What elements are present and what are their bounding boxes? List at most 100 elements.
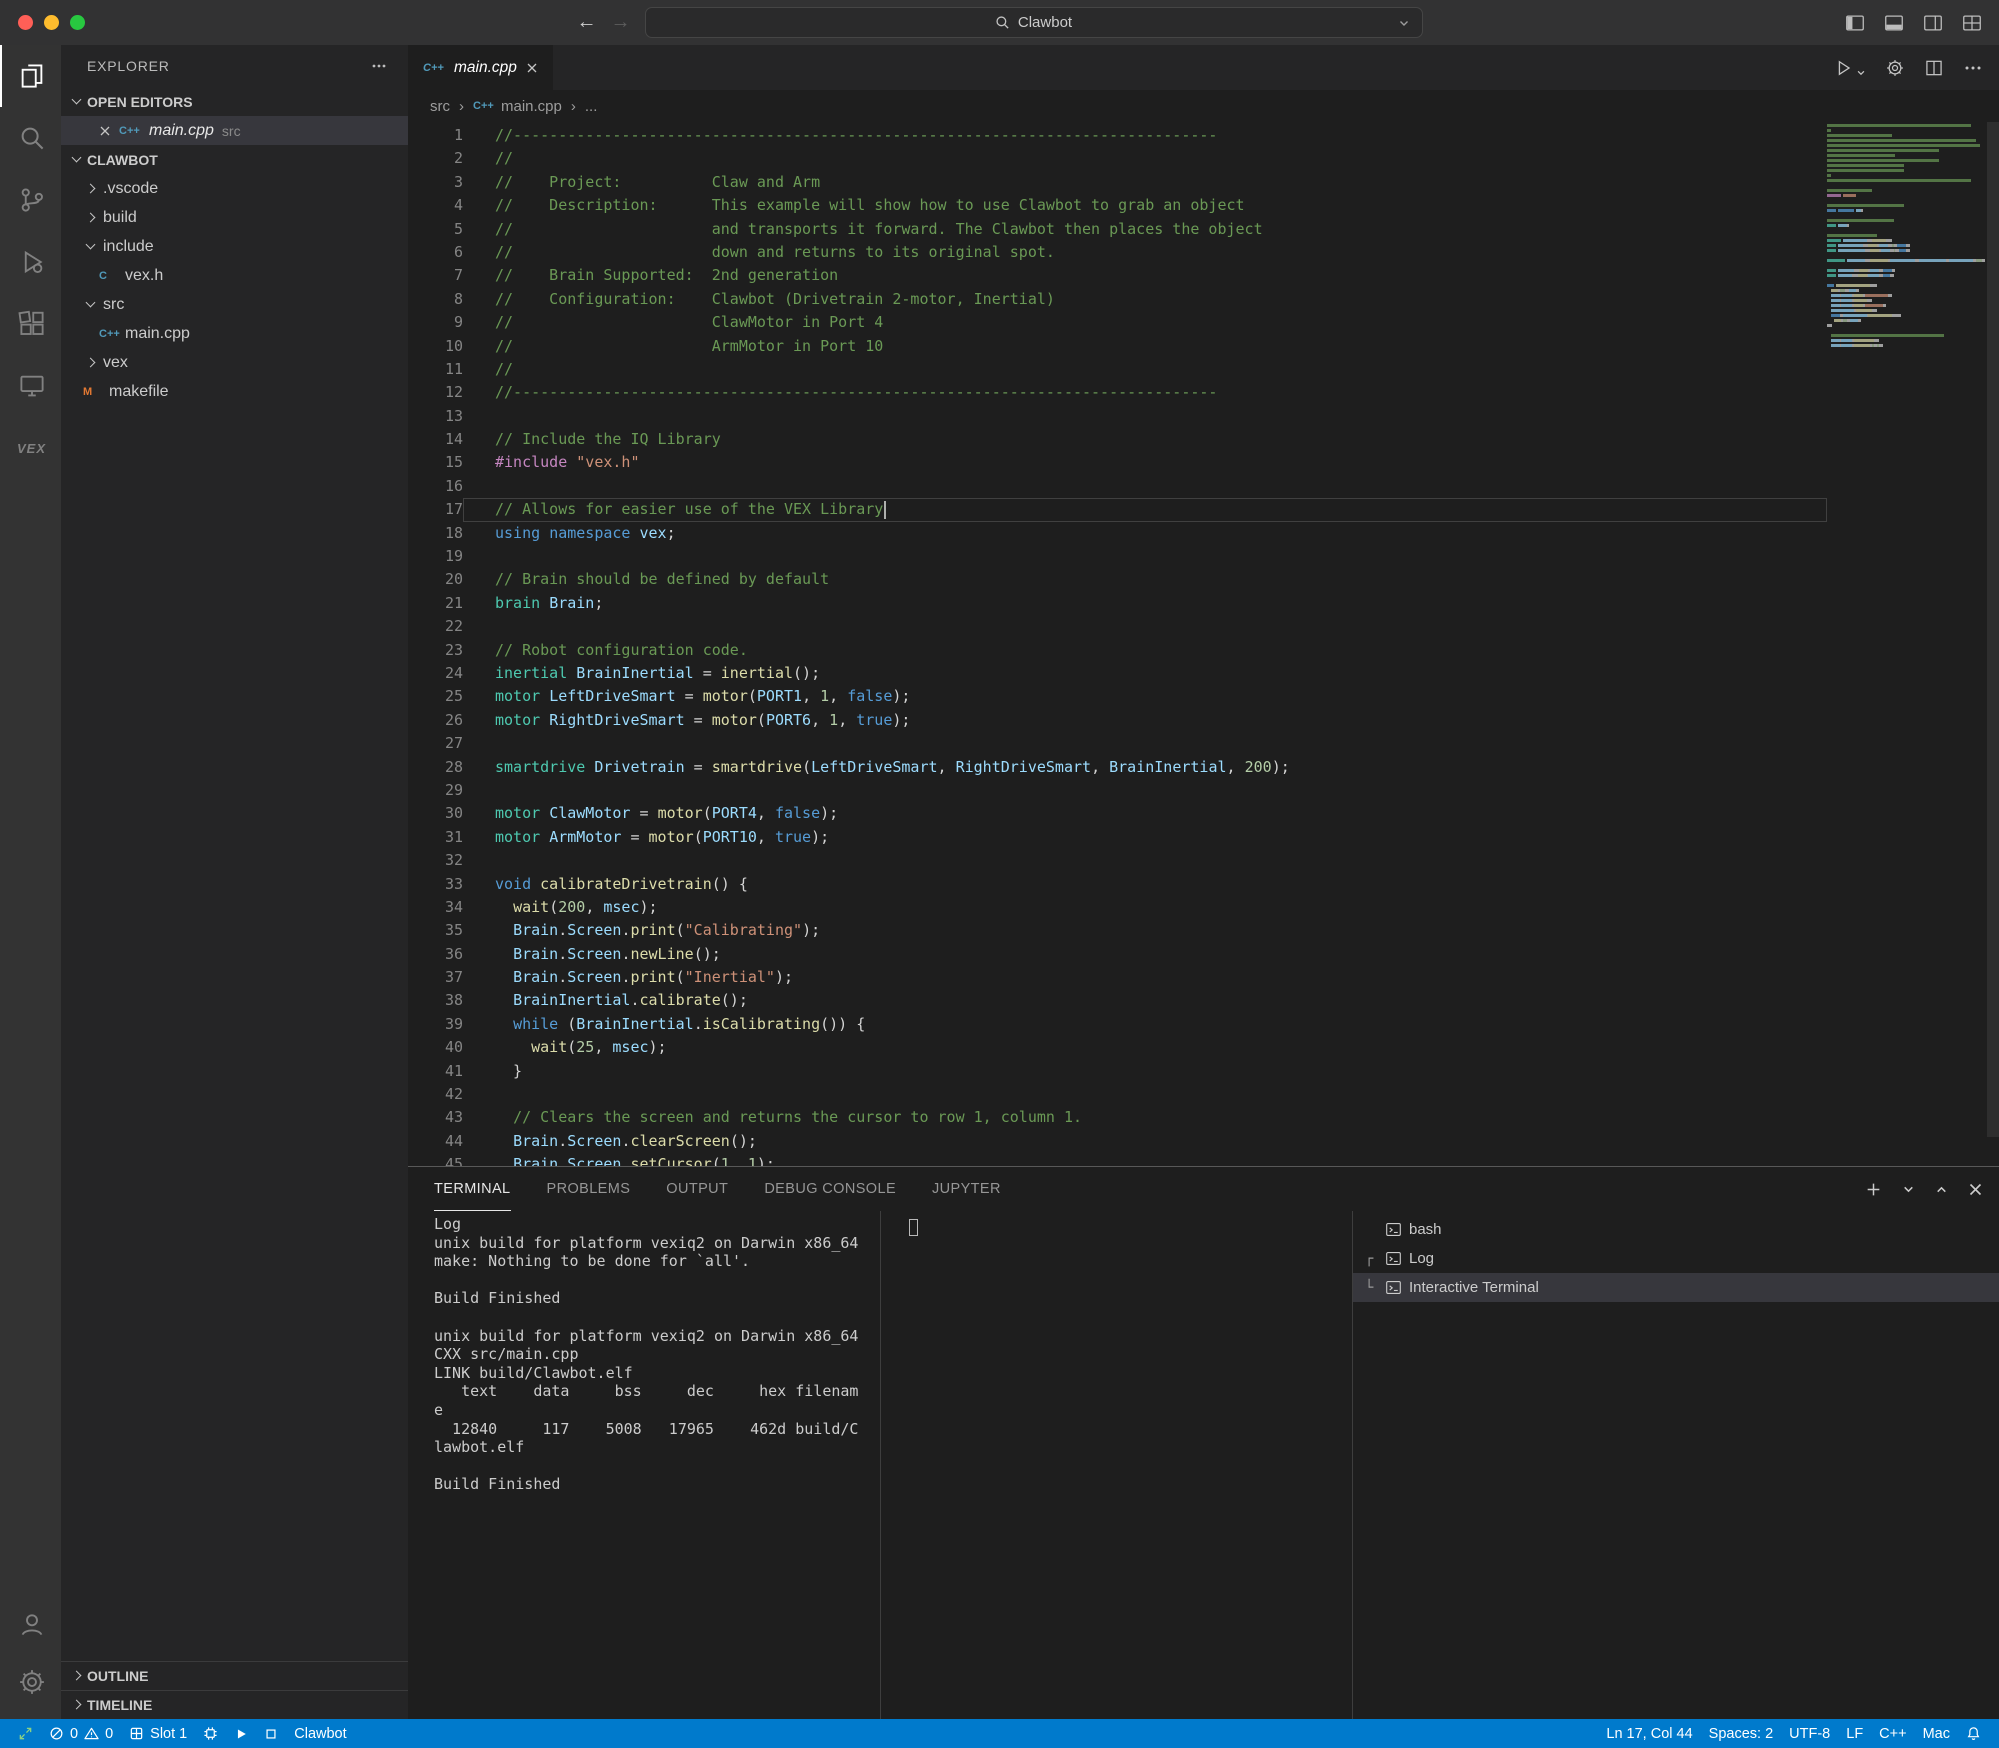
code-line-12[interactable]: 12 //------------------------------------… [408, 381, 1999, 404]
code-line-13[interactable]: 13 [408, 405, 1999, 428]
tab-main-cpp[interactable]: C++ main.cpp [408, 45, 553, 90]
zoom-window-button[interactable] [70, 15, 85, 30]
settings-gear-icon[interactable] [0, 1653, 61, 1711]
run-debug-icon[interactable] [0, 231, 61, 293]
code-line-17[interactable]: 17// Allows for easier use of the VEX Li… [408, 498, 1999, 522]
code-line-10[interactable]: 10 // ArmMotor in Port 10 [408, 335, 1999, 358]
project-name-label[interactable]: Clawbot [286, 1719, 354, 1748]
split-editor-icon[interactable] [1924, 58, 1944, 78]
code-line-39[interactable]: 39 while (BrainInertial.isCalibrating())… [408, 1013, 1999, 1036]
new-terminal-icon[interactable] [1865, 1181, 1882, 1198]
more-actions-icon[interactable] [1963, 58, 1983, 78]
panel-tab-problems[interactable]: PROBLEMS [547, 1167, 631, 1211]
close-tab-icon[interactable] [526, 62, 538, 74]
back-button[interactable]: ← [577, 11, 597, 34]
run-settings-gear-icon[interactable] [1885, 58, 1905, 78]
close-window-button[interactable] [18, 15, 33, 30]
forward-button[interactable]: → [611, 11, 631, 34]
panel-tab-output[interactable]: OUTPUT [666, 1167, 728, 1211]
run-project-button[interactable] [226, 1719, 256, 1748]
maximize-panel-icon[interactable] [1935, 1183, 1948, 1196]
tree-item-include[interactable]: include [61, 232, 408, 261]
code-line-22[interactable]: 22 [408, 615, 1999, 638]
editor-scrollbar[interactable] [1987, 122, 1999, 1137]
language-indicator[interactable]: C++ [1871, 1719, 1914, 1748]
panel-tab-jupyter[interactable]: JUPYTER [932, 1167, 1001, 1211]
panel-tab-debug-console[interactable]: DEBUG CONSOLE [764, 1167, 896, 1211]
tree-item-vex-h[interactable]: Cvex.h [61, 261, 408, 290]
code-line-19[interactable]: 19 [408, 545, 1999, 568]
customize-layout-icon[interactable] [1961, 12, 1983, 34]
code-line-18[interactable]: 18 using namespace vex; [408, 522, 1999, 545]
code-line-24[interactable]: 24 inertial BrainInertial = inertial(); [408, 662, 1999, 685]
code-line-32[interactable]: 32 [408, 849, 1999, 872]
open-editor-item-main-cpp[interactable]: C++ main.cpp src [61, 116, 408, 145]
code-line-4[interactable]: 4 // Description: This example will show … [408, 194, 1999, 217]
code-line-29[interactable]: 29 [408, 779, 1999, 802]
code-line-14[interactable]: 14 // Include the IQ Library [408, 428, 1999, 451]
explorer-icon[interactable] [0, 45, 61, 107]
os-target-indicator[interactable]: Mac [1915, 1719, 1958, 1748]
terminal-list-item-interactive-terminal[interactable]: └ Interactive Terminal [1353, 1273, 1999, 1302]
code-line-45[interactable]: 45 Brain.Screen.setCursor(1, 1); [408, 1153, 1999, 1166]
code-line-37[interactable]: 37 Brain.Screen.print("Inertial"); [408, 966, 1999, 989]
code-line-44[interactable]: 44 Brain.Screen.clearScreen(); [408, 1130, 1999, 1153]
close-icon[interactable] [99, 125, 111, 137]
minimize-window-button[interactable] [44, 15, 59, 30]
code-line-3[interactable]: 3 // Project: Claw and Arm [408, 171, 1999, 194]
code-line-38[interactable]: 38 BrainInertial.calibrate(); [408, 989, 1999, 1012]
project-section-header[interactable]: CLAWBOT [61, 145, 408, 174]
code-line-15[interactable]: 15 #include "vex.h" [408, 451, 1999, 474]
eol-indicator[interactable]: LF [1838, 1719, 1871, 1748]
code-line-35[interactable]: 35 Brain.Screen.print("Calibrating"); [408, 919, 1999, 942]
slot-indicator[interactable]: Slot 1 [121, 1719, 195, 1748]
terminal-list-item-log[interactable]: ┌ Log [1353, 1244, 1999, 1273]
cursor-position-indicator[interactable]: Ln 17, Col 44 [1598, 1719, 1700, 1748]
code-line-40[interactable]: 40 wait(25, msec); [408, 1036, 1999, 1059]
code-line-16[interactable]: 16 [408, 475, 1999, 498]
code-line-5[interactable]: 5 // and transports it forward. The Clawb… [408, 218, 1999, 241]
panel-tab-terminal[interactable]: TERMINAL [434, 1167, 511, 1211]
account-icon[interactable] [0, 1595, 61, 1653]
problems-indicator[interactable]: 0 0 [41, 1719, 121, 1748]
close-panel-icon[interactable] [1968, 1182, 1983, 1197]
code-line-9[interactable]: 9 // ClawMotor in Port 4 [408, 311, 1999, 334]
code-line-7[interactable]: 7 // Brain Supported: 2nd generation [408, 264, 1999, 287]
search-icon[interactable] [0, 107, 61, 169]
code-line-25[interactable]: 25 motor LeftDriveSmart = motor(PORT1, 1,… [408, 685, 1999, 708]
indentation-indicator[interactable]: Spaces: 2 [1701, 1719, 1782, 1748]
code-line-30[interactable]: 30 motor ClawMotor = motor(PORT4, false); [408, 802, 1999, 825]
open-editors-header[interactable]: OPEN EDITORS [61, 87, 408, 116]
toggle-primary-sidebar-icon[interactable] [1844, 12, 1866, 34]
code-line-34[interactable]: 34 wait(200, msec); [408, 896, 1999, 919]
breadcrumb-item[interactable]: C++ main.cpp [473, 98, 562, 115]
tree-item-src[interactable]: src [61, 290, 408, 319]
terminal-list-item-bash[interactable]: bash [1353, 1215, 1999, 1244]
code-line-31[interactable]: 31 motor ArmMotor = motor(PORT10, true); [408, 826, 1999, 849]
terminal-log-pane[interactable]: Log unix build for platform vexiq2 on Dar… [408, 1211, 880, 1719]
minimap[interactable] [1827, 124, 1987, 349]
terminal-profile-dropdown-icon[interactable] [1902, 1183, 1915, 1196]
breadcrumb-item[interactable]: ... [585, 98, 598, 115]
code-line-6[interactable]: 6 // down and returns to its original spo… [408, 241, 1999, 264]
vex-extension-icon[interactable]: VEX [0, 417, 61, 479]
breadcrumb-item[interactable]: src [430, 98, 450, 115]
code-line-20[interactable]: 20 // Brain should be defined by default [408, 568, 1999, 591]
toggle-secondary-sidebar-icon[interactable] [1922, 12, 1944, 34]
code-line-28[interactable]: 28 smartdrive Drivetrain = smartdrive(Lef… [408, 756, 1999, 779]
source-control-icon[interactable] [0, 169, 61, 231]
brain-download-button[interactable] [195, 1719, 226, 1748]
code-line-23[interactable]: 23 // Robot configuration code. [408, 639, 1999, 662]
code-line-27[interactable]: 27 [408, 732, 1999, 755]
tree-item-makefile[interactable]: Mmakefile [61, 377, 408, 406]
code-line-1[interactable]: 1 //-------------------------------------… [408, 124, 1999, 147]
code-line-11[interactable]: 11 // [408, 358, 1999, 381]
notifications-bell[interactable] [1958, 1719, 1989, 1748]
code-line-43[interactable]: 43 // Clears the screen and returns the … [408, 1106, 1999, 1129]
code-line-26[interactable]: 26 motor RightDriveSmart = motor(PORT6, 1… [408, 709, 1999, 732]
remote-indicator[interactable] [10, 1719, 41, 1748]
code-line-36[interactable]: 36 Brain.Screen.newLine(); [408, 943, 1999, 966]
code-line-21[interactable]: 21 brain Brain; [408, 592, 1999, 615]
tree-item-vex[interactable]: vex [61, 348, 408, 377]
timeline-section-header[interactable]: TIMELINE [61, 1690, 408, 1719]
